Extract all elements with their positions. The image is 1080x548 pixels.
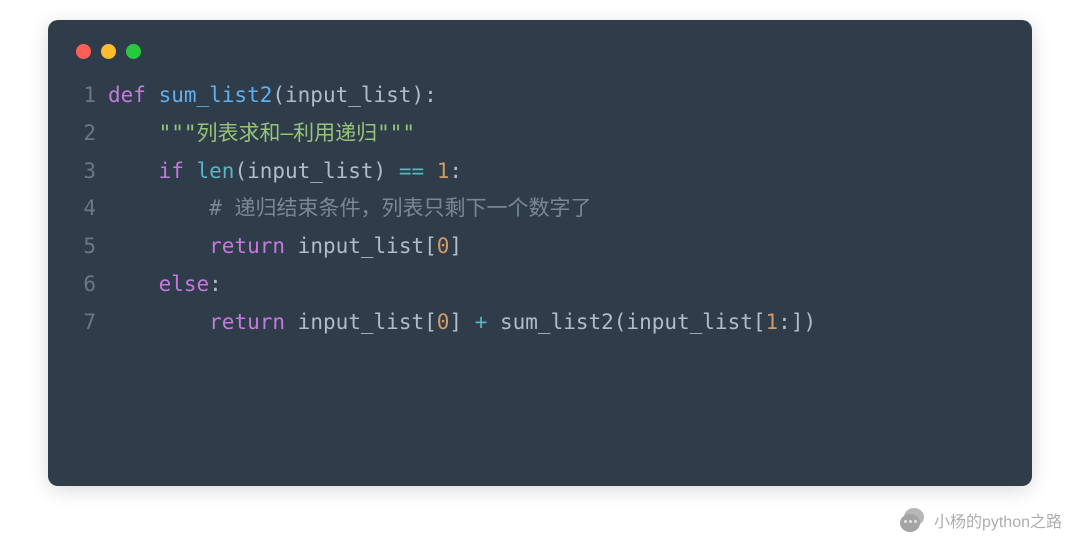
close-dot-icon [76, 44, 91, 59]
line-number: 2 [64, 115, 96, 153]
code-content: """列表求和—利用递归""" [108, 115, 415, 153]
token [108, 159, 159, 183]
watermark-text: 小杨的python之路 [934, 508, 1062, 532]
token: 1 [766, 310, 779, 334]
token: else [159, 272, 210, 296]
token: (input_list): [272, 83, 436, 107]
line-number: 5 [64, 228, 96, 266]
code-line: 6 else: [64, 266, 1008, 304]
token: (input_list) [234, 159, 398, 183]
token: ] [449, 310, 474, 334]
maximize-dot-icon [126, 44, 141, 59]
token: return [209, 310, 298, 334]
token: len [197, 159, 235, 183]
token: 0 [437, 310, 450, 334]
token [108, 234, 209, 258]
token: 1 [437, 159, 450, 183]
token: : [449, 159, 462, 183]
token: : [209, 272, 222, 296]
token: # 递归结束条件，列表只剩下一个数字了 [209, 196, 591, 220]
code-line: 1 def sum_list2(input_list): [64, 77, 1008, 115]
line-number: 6 [64, 266, 96, 304]
token: def [108, 83, 159, 107]
line-number: 1 [64, 77, 96, 115]
code-content: else: [108, 266, 222, 304]
line-number: 3 [64, 153, 96, 191]
window-controls [48, 20, 1032, 59]
code-window: 1def sum_list2(input_list):2 """列表求和—利用递… [48, 20, 1032, 486]
token [108, 196, 209, 220]
token: sum_list2 [159, 83, 273, 107]
code-content: def sum_list2(input_list): [108, 77, 437, 115]
token: return [209, 234, 298, 258]
token: if [159, 159, 197, 183]
token: input_list[ [298, 234, 437, 258]
token: ] [449, 234, 462, 258]
minimize-dot-icon [101, 44, 116, 59]
line-number: 7 [64, 304, 96, 342]
line-number: 4 [64, 190, 96, 228]
code-area: 1def sum_list2(input_list):2 """列表求和—利用递… [48, 59, 1032, 366]
token: == [399, 159, 437, 183]
code-content: if len(input_list) == 1: [108, 153, 462, 191]
token: 0 [437, 234, 450, 258]
token [108, 272, 159, 296]
code-content: return input_list[0] + sum_list2(input_l… [108, 304, 816, 342]
token: :]) [778, 310, 816, 334]
code-content: return input_list[0] [108, 228, 462, 266]
token: + [475, 310, 500, 334]
wechat-icon [900, 508, 928, 532]
token [108, 310, 209, 334]
code-line: 4 # 递归结束条件，列表只剩下一个数字了 [64, 190, 1008, 228]
code-line: 7 return input_list[0] + sum_list2(input… [64, 304, 1008, 342]
token: input_list[ [298, 310, 437, 334]
code-content: # 递归结束条件，列表只剩下一个数字了 [108, 190, 591, 228]
code-line: 2 """列表求和—利用递归""" [64, 115, 1008, 153]
token [108, 121, 159, 145]
token: sum_list2(input_list[ [500, 310, 766, 334]
code-line: 5 return input_list[0] [64, 228, 1008, 266]
code-line: 3 if len(input_list) == 1: [64, 153, 1008, 191]
token: """列表求和—利用递归""" [159, 121, 416, 145]
watermark: 小杨的python之路 [900, 508, 1062, 532]
